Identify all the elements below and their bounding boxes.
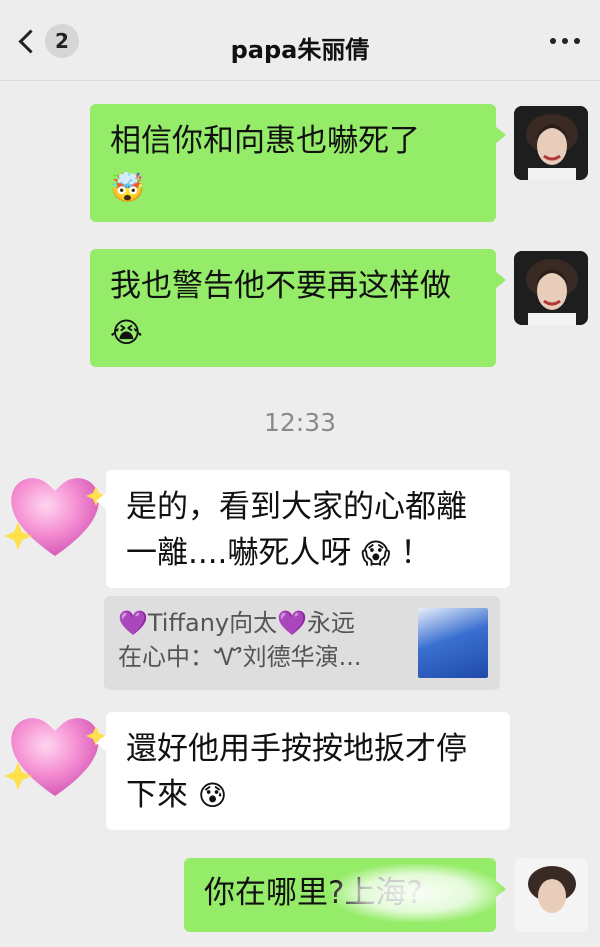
my-avatar[interactable] — [514, 858, 588, 932]
portrait-icon — [514, 251, 588, 325]
exploding-head-emoji: 🤯 — [110, 171, 145, 204]
portrait-icon — [514, 858, 588, 932]
message-text: 還好他用手按按地扳才停下來 — [126, 731, 467, 813]
my-avatar[interactable] — [514, 106, 588, 180]
more-button[interactable] — [550, 38, 580, 44]
message-bubble-sent[interactable]: 我也警告他不要再这样做 😭 — [90, 249, 506, 367]
quote-line-2: 在心中：Ꮙ刘德华演... — [118, 643, 362, 671]
more-icon — [550, 38, 556, 44]
heart-avatar-icon — [4, 718, 106, 796]
anxious-emoji: 😰 — [197, 779, 228, 812]
quote-thumbnail — [418, 608, 488, 678]
message-bubble-received[interactable]: 還好他用手按按地扳才停下來 😰 — [96, 712, 510, 830]
quote-line-1: 💜Tiffany向太💜永远 — [118, 609, 356, 637]
message-bubble-received[interactable]: 是的，看到大家的心都離一離....嚇死人呀 😱 ！ — [96, 470, 510, 588]
contact-avatar[interactable] — [0, 700, 110, 810]
blur-overlay — [332, 864, 502, 922]
my-avatar[interactable] — [514, 251, 588, 325]
message-text: 相信你和向惠也嚇死了 — [110, 123, 420, 159]
portrait-icon — [514, 106, 588, 180]
message-bubble-sent[interactable]: 相信你和向惠也嚇死了 🤯 — [90, 104, 506, 222]
quoted-message[interactable]: 💜Tiffany向太💜永远 在心中：Ꮙ刘德华演... — [104, 596, 500, 690]
contact-avatar[interactable] — [0, 460, 110, 570]
message-tail: ！ — [400, 535, 432, 571]
screaming-emoji: 😱 — [361, 537, 391, 570]
heart-avatar-icon — [4, 478, 106, 556]
message-text: 我也警告他不要再这样做 — [110, 268, 451, 304]
chat-title: papa朱丽倩 — [230, 36, 370, 64]
chat-timestamp: 12:33 — [263, 408, 337, 437]
crying-emoji: 😭 — [110, 316, 143, 349]
top-bar: 2 papa朱丽倩 — [0, 0, 600, 81]
